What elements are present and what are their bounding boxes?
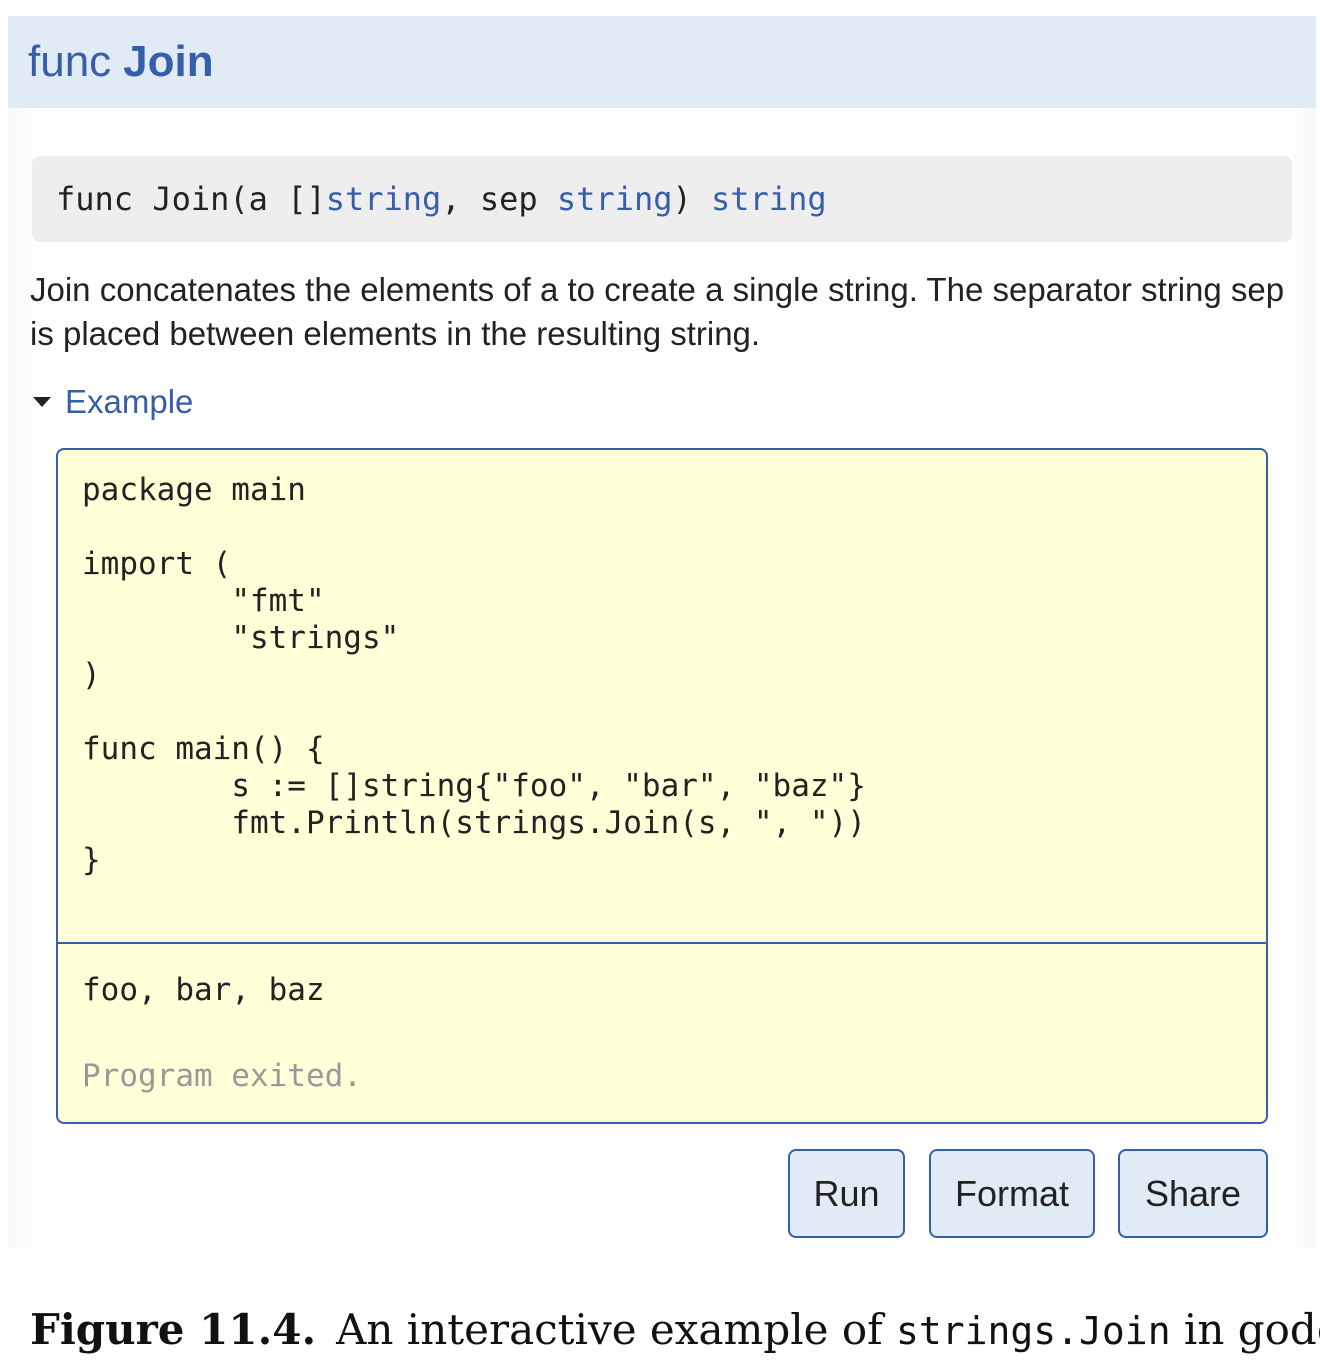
function-header: func Join — [8, 16, 1316, 108]
run-button[interactable]: Run — [788, 1149, 905, 1238]
code-editor[interactable]: package main import ( "fmt" "strings" ) … — [82, 472, 866, 879]
function-signature: func Join(a [] string, sep string) string — [32, 156, 1292, 242]
triangle-down-icon — [33, 397, 51, 407]
header-keyword: func — [28, 37, 112, 86]
caption-code: strings.Join — [896, 1309, 1171, 1353]
function-description: Join concatenates the elements of a to c… — [30, 271, 1285, 352]
signature-type-link[interactable]: string — [326, 180, 442, 218]
signature-type-link[interactable]: string — [557, 180, 673, 218]
example-toggle[interactable]: Example — [30, 380, 193, 424]
example-toggle-label: Example — [65, 383, 194, 420]
caption-text: in godoc. — [1183, 1305, 1320, 1354]
figure-number: Figure 11.4. — [30, 1305, 317, 1354]
format-button[interactable]: Format — [929, 1149, 1095, 1238]
figure-caption: Figure 11.4. An interactive example of st… — [30, 1302, 1320, 1359]
caption-text: An interactive example of — [336, 1305, 897, 1354]
example-playground: package main import ( "fmt" "strings" ) … — [56, 448, 1268, 1124]
output-divider — [58, 942, 1266, 944]
share-button[interactable]: Share — [1118, 1149, 1268, 1238]
program-output: foo, bar, baz — [82, 972, 325, 1008]
signature-type-link[interactable]: string — [711, 180, 827, 218]
program-status: Program exited. — [82, 1058, 362, 1094]
signature-part: ) — [672, 180, 712, 218]
signature-part: , sep — [441, 180, 557, 218]
signature-part: func Join(a [] — [56, 180, 326, 218]
header-function-name[interactable]: Join — [123, 37, 213, 87]
